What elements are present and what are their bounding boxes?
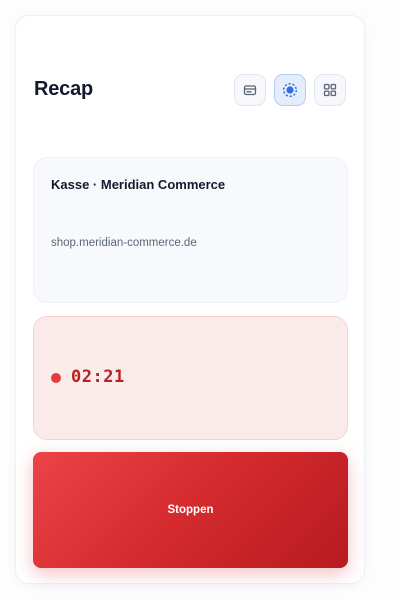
site-url: shop.meridian-commerce.de (51, 237, 197, 249)
record-mode-button[interactable] (274, 74, 306, 106)
record-icon (281, 81, 299, 99)
site-name: Kasse · Meridian Commerce (51, 177, 226, 192)
stop-button-label: Stoppen (167, 504, 214, 516)
site-card: Kasse · Meridian Commerce shop.meridian-… (33, 157, 348, 303)
recap-panel: Recap Kasse · Meridian Commerce shop.mer… (15, 15, 365, 584)
grid-mode-button[interactable] (314, 74, 346, 106)
recording-timer-card: 02:21 (33, 316, 348, 440)
stop-button[interactable]: Stoppen (33, 452, 348, 568)
card-icon (242, 82, 258, 98)
elapsed-time: 02:21 (71, 367, 125, 387)
page-title: Recap (34, 78, 94, 100)
grid-icon (322, 82, 338, 98)
recording-indicator-icon (51, 373, 61, 383)
card-mode-button[interactable] (234, 74, 266, 106)
